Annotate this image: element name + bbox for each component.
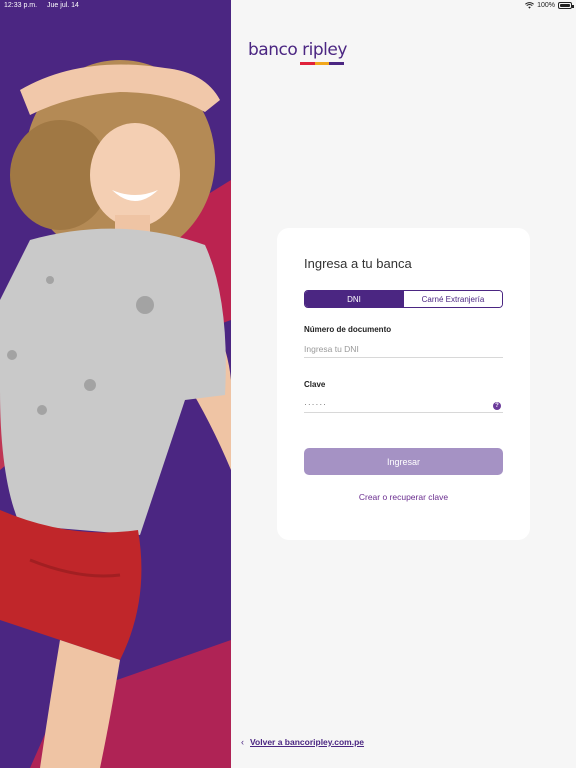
- tab-carne-extranjeria[interactable]: Carné Extranjería: [403, 291, 502, 307]
- status-date: Jue jul. 14: [47, 2, 79, 9]
- brand-stripe: [300, 62, 345, 65]
- back-to-site[interactable]: ‹ Volver a bancoripley.com.pe: [241, 737, 364, 747]
- chevron-left-icon: ‹: [241, 737, 244, 747]
- battery-percent: 100%: [537, 2, 555, 9]
- login-title: Ingresa a tu banca: [304, 256, 412, 271]
- hero-image: [0, 0, 231, 768]
- stripe-yellow: [314, 62, 330, 65]
- back-link[interactable]: Volver a bancoripley.com.pe: [250, 737, 364, 747]
- login-panel: banco ripley Ingresa a tu banca DNI Carn…: [231, 0, 576, 768]
- hero-illustration: [0, 0, 231, 768]
- password-label: Clave: [304, 380, 326, 389]
- brand-logo: banco ripley: [248, 40, 347, 65]
- stripe-red: [300, 62, 315, 65]
- status-right: 100%: [525, 2, 574, 9]
- battery-icon: [558, 2, 574, 9]
- document-input[interactable]: [304, 340, 503, 358]
- wifi-icon: [525, 2, 535, 9]
- recover-password-link[interactable]: Crear o recuperar clave: [277, 492, 530, 502]
- status-left: 12:33 p.m. Jue jul. 14: [4, 2, 87, 9]
- brand-name: banco ripley: [248, 40, 347, 60]
- document-type-toggle: DNI Carné Extranjería: [304, 290, 503, 308]
- document-label: Número de documento: [304, 325, 392, 334]
- stripe-purple: [329, 62, 345, 65]
- help-icon[interactable]: ?: [493, 402, 501, 410]
- tab-dni[interactable]: DNI: [305, 291, 403, 307]
- status-time: 12:33 p.m.: [4, 2, 38, 9]
- login-card: Ingresa a tu banca DNI Carné Extranjería…: [277, 228, 530, 540]
- login-button[interactable]: Ingresar: [304, 448, 503, 475]
- password-input[interactable]: [304, 395, 503, 413]
- status-bar: 12:33 p.m. Jue jul. 14 100%: [0, 0, 576, 12]
